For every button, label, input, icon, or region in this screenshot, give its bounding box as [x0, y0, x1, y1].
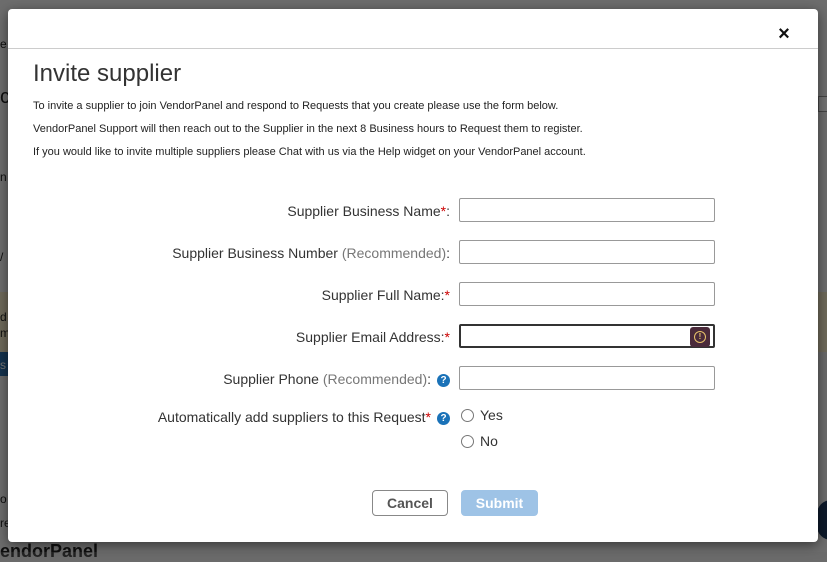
- phone-label: Supplier Phone (Recommended):?: [223, 371, 450, 387]
- business-number-input[interactable]: [459, 240, 715, 264]
- radio-button[interactable]: [461, 408, 474, 422]
- auto-add-row: Automatically add suppliers to this Requ…: [8, 404, 818, 430]
- radio-option-yes[interactable]: Yes: [461, 407, 503, 423]
- radio-option-no[interactable]: No: [461, 433, 498, 449]
- cancel-button[interactable]: Cancel: [372, 490, 448, 516]
- business-name-label: Supplier Business Name*:: [287, 203, 450, 219]
- password-manager-icon-glyph: !: [694, 331, 706, 343]
- label-suffix: :: [446, 245, 450, 261]
- business-number-label-text: Supplier Business Number: [172, 245, 338, 261]
- password-manager-icon[interactable]: !: [690, 327, 710, 347]
- radio-label: No: [480, 433, 498, 449]
- phone-input[interactable]: [459, 366, 715, 390]
- close-icon[interactable]: ×: [776, 24, 792, 44]
- email-input[interactable]: [459, 324, 715, 348]
- full-name-row: Supplier Full Name:*: [8, 282, 818, 308]
- help-icon[interactable]: ?: [437, 373, 450, 387]
- phone-row: Supplier Phone (Recommended):?: [8, 366, 818, 392]
- full-name-label-text: Supplier Full Name:: [321, 287, 445, 303]
- recommended-note: (Recommended): [341, 245, 447, 261]
- label-suffix: :: [427, 371, 431, 387]
- submit-button[interactable]: Submit: [461, 490, 538, 516]
- modal-title: Invite supplier: [33, 60, 182, 87]
- business-name-row: Supplier Business Name*:: [8, 198, 818, 224]
- intro-text: If you would like to invite multiple sup…: [33, 146, 586, 158]
- email-label: Supplier Email Address:*: [296, 329, 450, 345]
- intro-text: VendorPanel Support will then reach out …: [33, 123, 583, 135]
- business-name-input[interactable]: [459, 198, 715, 222]
- radio-label: Yes: [480, 407, 503, 423]
- auto-add-label-text: Automatically add suppliers to this Requ…: [157, 409, 426, 425]
- business-number-label: Supplier Business Number (Recommended):: [172, 245, 450, 261]
- radio-button[interactable]: [461, 434, 474, 448]
- required-mark: *: [444, 329, 450, 345]
- header-divider: [8, 48, 818, 49]
- full-name-input[interactable]: [459, 282, 715, 306]
- business-name-label-text: Supplier Business Name: [287, 203, 441, 219]
- required-mark: *: [444, 287, 450, 303]
- email-label-text: Supplier Email Address:: [295, 329, 445, 345]
- invite-supplier-modal: × Invite supplier To invite a supplier t…: [8, 9, 818, 542]
- full-name-label: Supplier Full Name:*: [322, 287, 450, 303]
- help-icon[interactable]: ?: [437, 411, 450, 425]
- email-row: Supplier Email Address:* !: [8, 324, 818, 350]
- phone-label-text: Supplier Phone: [223, 371, 319, 387]
- label-suffix: :: [446, 203, 450, 219]
- intro-text: To invite a supplier to join VendorPanel…: [33, 100, 559, 112]
- auto-add-label: Automatically add suppliers to this Requ…: [158, 409, 450, 425]
- business-number-row: Supplier Business Number (Recommended):: [8, 240, 818, 266]
- recommended-note: (Recommended): [322, 371, 428, 387]
- required-mark: *: [425, 409, 431, 425]
